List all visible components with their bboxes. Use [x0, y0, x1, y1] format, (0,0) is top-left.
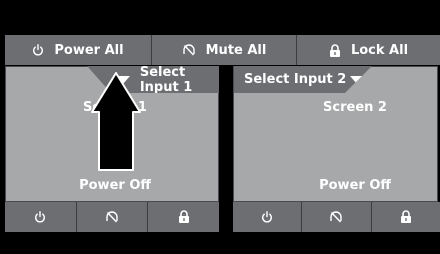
mute-icon: [329, 208, 343, 227]
power-icon: [261, 208, 273, 227]
screen-1-power-button[interactable]: [5, 202, 76, 232]
mute-icon: [105, 208, 119, 227]
screen-1-controls: [5, 202, 219, 232]
screen-2-controls: [233, 202, 440, 232]
screen-2-lock-button[interactable]: [370, 202, 440, 232]
power-icon: [34, 208, 46, 227]
screen-1-mute-button[interactable]: [75, 202, 148, 232]
lock-icon: [400, 208, 412, 227]
screen-2-power-button[interactable]: [233, 202, 301, 232]
screen-2-mute-button[interactable]: [301, 202, 370, 232]
screen-1-lock-button[interactable]: [147, 202, 219, 232]
lock-icon: [178, 208, 190, 227]
